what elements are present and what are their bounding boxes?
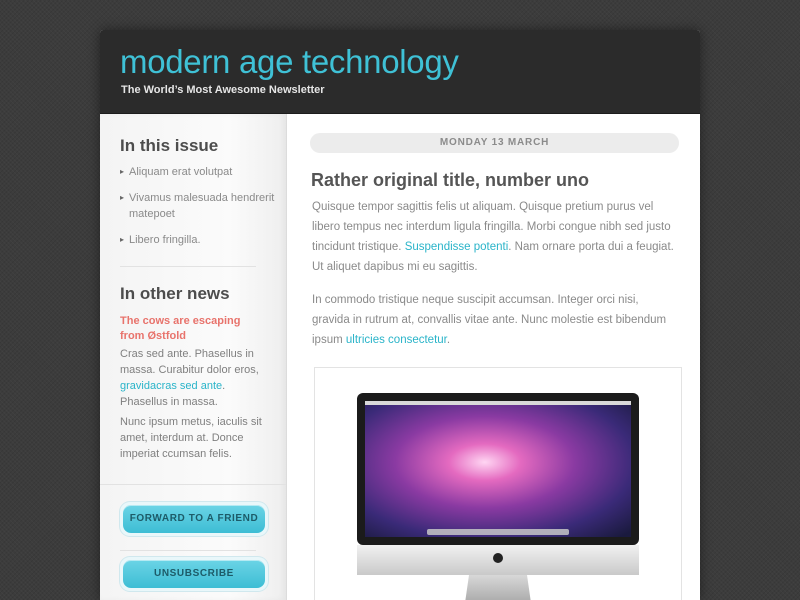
- news-text: Cras sed ante. Phasellus in massa. Curab…: [120, 348, 259, 376]
- article-paragraph: Quisque tempor sagittis felis ut aliquam…: [312, 197, 677, 277]
- divider: [120, 266, 256, 267]
- news-headline[interactable]: The cows are escaping from Østfold: [120, 314, 260, 344]
- in-this-issue-heading: In this issue: [120, 136, 219, 155]
- article-title: Rather original title, number uno: [311, 170, 590, 190]
- forward-to-friend-button[interactable]: FORWARD TO A FRIEND: [123, 505, 265, 533]
- article-paragraph: In commodo tristique neque suscipit accu…: [312, 290, 677, 350]
- bullet-icon: ▸: [120, 167, 125, 176]
- unsubscribe-button[interactable]: UNSUBSCRIBE: [123, 560, 265, 588]
- issue-item[interactable]: ▸ Vivamus malesuada hendrerit matepoet: [120, 190, 280, 222]
- article-text: .: [446, 334, 451, 346]
- article-link[interactable]: Suspendisse potenti: [405, 241, 509, 253]
- bullet-icon: ▸: [120, 193, 125, 202]
- issue-item[interactable]: ▸ Libero fringilla.: [120, 232, 280, 248]
- article-image-frame: [314, 367, 682, 600]
- news-paragraph: Nunc ipsum metus, iaculis sit amet, inte…: [120, 416, 262, 460]
- issue-list: ▸ Aliquam erat volutpat ▸ Vivamus malesu…: [120, 164, 280, 258]
- forward-button-wrap: FORWARD TO A FRIEND: [120, 502, 268, 536]
- divider: [100, 484, 286, 485]
- newsletter: modern age technology The World’s Most A…: [100, 30, 700, 600]
- date-bar: MONDAY 13 MARCH: [310, 133, 679, 153]
- brand-title: modern age technology: [120, 43, 459, 80]
- other-news-heading: In other news: [120, 284, 230, 303]
- news-link[interactable]: gravidacras sed ante: [120, 380, 222, 392]
- bullet-icon: ▸: [120, 235, 125, 244]
- news-paragraph: Cras sed ante. Phasellus in massa. Curab…: [120, 346, 270, 410]
- sidebar: In this issue ▸ Aliquam erat volutpat ▸ …: [100, 114, 287, 600]
- divider: [120, 550, 256, 551]
- tagline: The World’s Most Awesome Newsletter: [121, 84, 325, 96]
- imac-computer-icon: [357, 393, 639, 600]
- issue-item-label: Aliquam erat volutpat: [129, 166, 233, 178]
- header: modern age technology The World’s Most A…: [100, 30, 700, 114]
- issue-item-label: Libero fringilla.: [129, 234, 201, 246]
- issue-item-label: Vivamus malesuada hendrerit matepoet: [129, 192, 275, 220]
- issue-item[interactable]: ▸ Aliquam erat volutpat: [120, 164, 280, 180]
- unsubscribe-button-wrap: UNSUBSCRIBE: [120, 557, 268, 591]
- main-content: MONDAY 13 MARCH Rather original title, n…: [287, 114, 700, 600]
- article-link[interactable]: ultricies consectetur: [346, 334, 447, 346]
